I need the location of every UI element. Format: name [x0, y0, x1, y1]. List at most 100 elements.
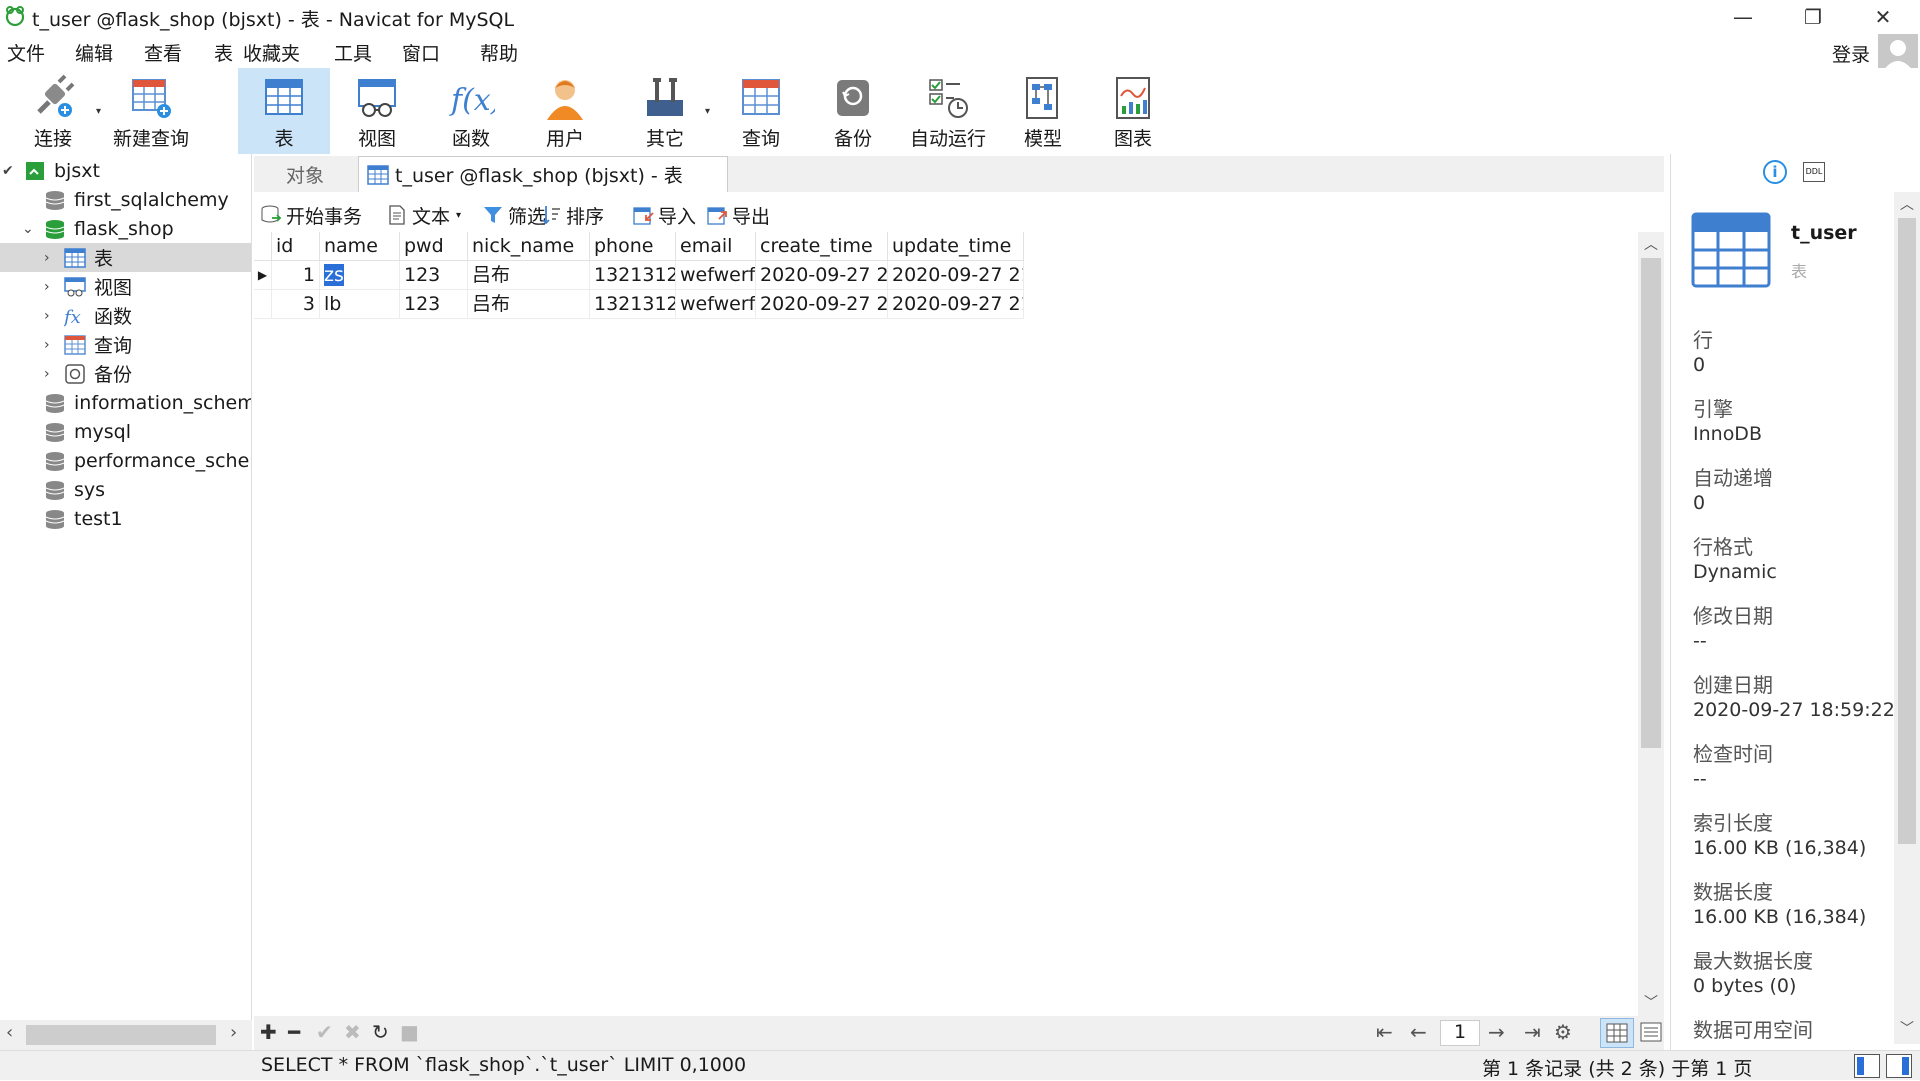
toolbar-query[interactable]: 查询 [724, 68, 798, 154]
column-header[interactable]: pwd [400, 232, 468, 261]
sidebar-horizontal-scrollbar[interactable]: ‹ › [0, 1020, 252, 1050]
previous-page-button[interactable]: ← [1410, 1020, 1427, 1044]
grid-vertical-scrollbar[interactable]: ︿ ﹀ [1638, 232, 1664, 1016]
menu-view[interactable]: 查看 [144, 39, 182, 66]
toggle-left-panel-button[interactable] [1854, 1054, 1880, 1078]
sort-button[interactable]: 排序 [540, 200, 604, 230]
tree-item-database[interactable]: test1 [0, 504, 251, 533]
maximize-button[interactable]: ❐ [1783, 0, 1843, 34]
column-header[interactable]: create_time [756, 232, 888, 261]
tree-item-database-open[interactable]: ⌄ flask_shop [0, 214, 251, 243]
toolbar-function[interactable]: f(x) 函数 [434, 68, 508, 154]
table-cell[interactable]: lb [320, 290, 400, 319]
info-icon[interactable]: i [1763, 160, 1787, 184]
chevron-right-icon[interactable]: › [44, 337, 50, 353]
tree-item-database[interactable]: information_schema [0, 388, 251, 417]
tree-item-connection[interactable]: ✔ bjsxt [0, 156, 251, 185]
menu-tools[interactable]: 工具 [334, 39, 372, 66]
table-cell[interactable]: 1321312 [590, 290, 676, 319]
table-cell[interactable]: 2020-09-27 2 [756, 290, 888, 319]
tree-item-functions[interactable]: › fx 函数 [0, 301, 251, 330]
chevron-right-icon[interactable]: › [44, 279, 50, 295]
chevron-down-icon[interactable]: ▾ [705, 106, 710, 117]
menu-table[interactable]: 表 [214, 39, 233, 66]
toolbar-backup[interactable]: 备份 [816, 68, 890, 154]
scrollbar-thumb[interactable] [1641, 258, 1661, 748]
first-page-button[interactable]: ⇤ [1376, 1020, 1393, 1044]
chevron-down-icon[interactable]: ﹀ [1900, 1018, 1914, 1038]
chevron-right-icon[interactable]: › [44, 308, 50, 324]
table-cell[interactable]: 123 [400, 261, 468, 290]
tab-objects[interactable]: 对象 [254, 156, 356, 192]
chevron-right-icon[interactable]: › [44, 366, 50, 382]
chevron-down-icon[interactable]: ﹀ [1644, 992, 1658, 1012]
toolbar-user[interactable]: 用户 [528, 68, 602, 154]
close-button[interactable]: ✕ [1853, 0, 1913, 34]
toolbar-connect[interactable]: 连接 [22, 68, 84, 154]
refresh-button[interactable]: ↻ [372, 1020, 389, 1044]
tree-item-queries[interactable]: › 查询 [0, 330, 251, 359]
current-row-indicator[interactable]: ▶ [254, 261, 272, 290]
text-button[interactable]: 文本 ▾ [386, 200, 461, 230]
menu-edit[interactable]: 编辑 [75, 39, 113, 66]
chevron-down-icon[interactable]: ⌄ [22, 221, 34, 237]
table-cell[interactable]: 吕布 [468, 290, 590, 319]
avatar[interactable] [1878, 34, 1918, 72]
table-cell[interactable]: 吕布 [468, 261, 590, 290]
menu-favorites[interactable]: 收藏夹 [243, 39, 300, 66]
tree-item-views[interactable]: › 视图 [0, 272, 251, 301]
settings-gear-icon[interactable]: ⚙ [1554, 1020, 1572, 1044]
grid-view-button[interactable] [1600, 1018, 1634, 1048]
minimize-button[interactable]: — [1713, 0, 1773, 34]
filter-button[interactable]: 筛选 [482, 200, 546, 230]
tab-table-t-user[interactable]: t_user @flask_shop (bjsxt) - 表 [358, 156, 728, 192]
discard-changes-button[interactable]: ✖ [344, 1020, 361, 1044]
delete-record-button[interactable]: ━ [288, 1020, 300, 1044]
toolbar-table[interactable]: 表 [238, 68, 330, 154]
scrollbar-thumb[interactable] [1898, 218, 1916, 844]
table-cell[interactable]: wefwerfv [676, 261, 756, 290]
chevron-right-icon[interactable]: › [230, 1022, 237, 1043]
menu-help[interactable]: 帮助 [480, 39, 518, 66]
ddl-icon[interactable]: DDL [1803, 162, 1825, 182]
column-header[interactable]: update_time [888, 232, 1024, 261]
table-cell-selected[interactable]: zs [320, 261, 400, 290]
toolbar-schedule[interactable]: 自动运行 [904, 68, 992, 154]
page-number-input[interactable]: 1 [1440, 1020, 1480, 1046]
table-cell[interactable]: 2020-09-27 2 [756, 261, 888, 290]
scrollbar-thumb[interactable] [26, 1025, 216, 1045]
column-header[interactable]: name [320, 232, 400, 261]
chevron-up-icon[interactable]: ︿ [1644, 234, 1658, 254]
table-cell[interactable]: 2020-09-27 21: [888, 261, 1024, 290]
toolbar-chart[interactable]: 图表 [1096, 68, 1170, 154]
tree-item-database[interactable]: sys [0, 475, 251, 504]
chevron-down-icon[interactable]: ▾ [96, 106, 101, 117]
apply-changes-button[interactable]: ✔ [316, 1020, 333, 1044]
column-header[interactable]: nick_name [468, 232, 590, 261]
info-panel-scrollbar[interactable]: ︿ ﹀ [1894, 192, 1920, 1044]
form-view-button[interactable] [1636, 1018, 1666, 1048]
table-cell[interactable]: 1321312 [590, 261, 676, 290]
table-cell[interactable]: wefwerfv [676, 290, 756, 319]
toolbar-other[interactable]: 其它 [628, 68, 702, 154]
table-cell[interactable]: 1 [272, 261, 320, 290]
import-button[interactable]: 导入 [632, 200, 696, 230]
export-button[interactable]: 导出 [706, 200, 770, 230]
begin-transaction-button[interactable]: 开始事务 [260, 200, 362, 230]
chevron-left-icon[interactable]: ‹ [6, 1022, 13, 1043]
row-header[interactable] [254, 290, 272, 319]
chevron-down-icon[interactable]: ✔ [2, 163, 14, 179]
table-cell[interactable]: 123 [400, 290, 468, 319]
stop-button[interactable]: ■ [400, 1020, 419, 1044]
next-page-button[interactable]: → [1488, 1020, 1505, 1044]
chevron-right-icon[interactable]: › [44, 250, 50, 266]
menu-window[interactable]: 窗口 [402, 39, 440, 66]
tree-item-database[interactable]: first_sqlalchemy [0, 185, 251, 214]
table-cell[interactable]: 3 [272, 290, 320, 319]
add-record-button[interactable]: ✚ [260, 1020, 277, 1044]
chevron-down-icon[interactable]: ▾ [456, 210, 461, 221]
column-header[interactable]: email [676, 232, 756, 261]
tree-item-backups[interactable]: › 备份 [0, 359, 251, 388]
toolbar-view[interactable]: 视图 [340, 68, 414, 154]
toolbar-new-query[interactable]: 新建查询 [112, 68, 190, 154]
